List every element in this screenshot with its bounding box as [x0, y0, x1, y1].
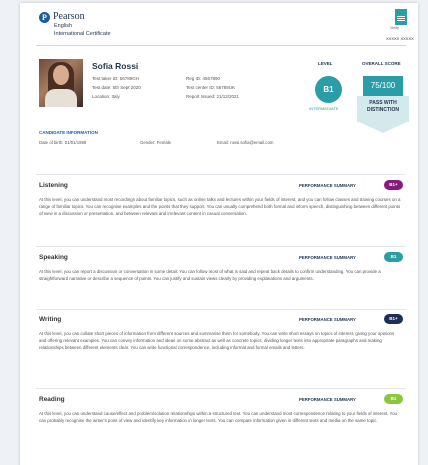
section-divider	[36, 174, 406, 175]
certificate-name: International Certificate	[54, 31, 111, 37]
brand-name: Pearson	[53, 11, 85, 22]
section-title-reading: Reading	[39, 396, 65, 403]
section-title-speaking: Speaking	[39, 254, 68, 261]
listening-summary-text: At this level, you can understand most r…	[39, 197, 401, 216]
writing-summary-text: At this level, you can collate short pie…	[39, 331, 395, 350]
section-title-listening: Listening	[39, 182, 68, 189]
location: Location: Italy	[92, 94, 120, 99]
verify-label: Verify	[390, 26, 399, 30]
gender: Gender: Female	[140, 140, 172, 145]
performance-summary-label: PERFORMANCE SUMMARY	[299, 255, 356, 260]
document-icon	[395, 9, 407, 25]
performance-summary-label: PERFORMANCE SUMMARY	[299, 397, 356, 402]
document-number: XXXXX XXXXX	[386, 36, 414, 41]
pearson-logo-icon: P	[39, 12, 50, 23]
section-divider	[36, 388, 406, 389]
section-divider	[36, 309, 406, 310]
level-label: LEVEL	[318, 61, 333, 66]
candidate-photo	[39, 59, 83, 107]
speaking-summary-text: At this level, you can report a discussi…	[39, 269, 381, 281]
candidate-info-title: CANDIDATE INFORMATION	[39, 130, 98, 135]
brand-subtitle: English	[54, 23, 73, 29]
result-line-1: PASS WITH	[369, 100, 397, 106]
email: Email: rossi.sofia@email.com	[217, 140, 274, 145]
test-date: Test date: 5th Sept 2020	[92, 85, 141, 90]
level-description: INTERMEDIATE	[309, 106, 339, 111]
level-badge: B1	[315, 76, 342, 103]
header-divider	[36, 45, 406, 46]
date-of-birth: Date of birth: 01/01/1989	[39, 140, 87, 145]
writing-badge: B1+	[384, 314, 403, 324]
performance-summary-label: PERFORMANCE SUMMARY	[299, 317, 356, 322]
test-center-id: Test center ID: 56789UK	[186, 85, 236, 90]
report-issued: Report Issued: 21/12/2021	[186, 94, 240, 99]
test-taker-id: Test taker ID: 56789GH	[92, 76, 140, 81]
section-title-writing: Writing	[39, 316, 62, 323]
candidate-name: Sofia Rossi	[92, 61, 139, 71]
reading-badge: B1	[384, 394, 403, 404]
result-line-2: DISTINCTION	[367, 107, 399, 113]
section-divider	[36, 246, 406, 247]
listening-badge: B1+	[384, 180, 403, 190]
reg-id: Reg ID: 4567890	[186, 76, 221, 81]
overall-score: 75/100	[363, 76, 403, 96]
result-box: PASS WITH DISTINCTION	[357, 96, 409, 122]
speaking-badge: B1	[384, 252, 403, 262]
reading-summary-text: At this level, you can understand cause/…	[39, 411, 397, 423]
result-arrow	[357, 121, 409, 133]
certificate-page: P Pearson English International Certific…	[20, 3, 418, 465]
performance-summary-label: PERFORMANCE SUMMARY	[299, 183, 356, 188]
overall-score-label: OVERALL SCORE	[362, 61, 401, 66]
